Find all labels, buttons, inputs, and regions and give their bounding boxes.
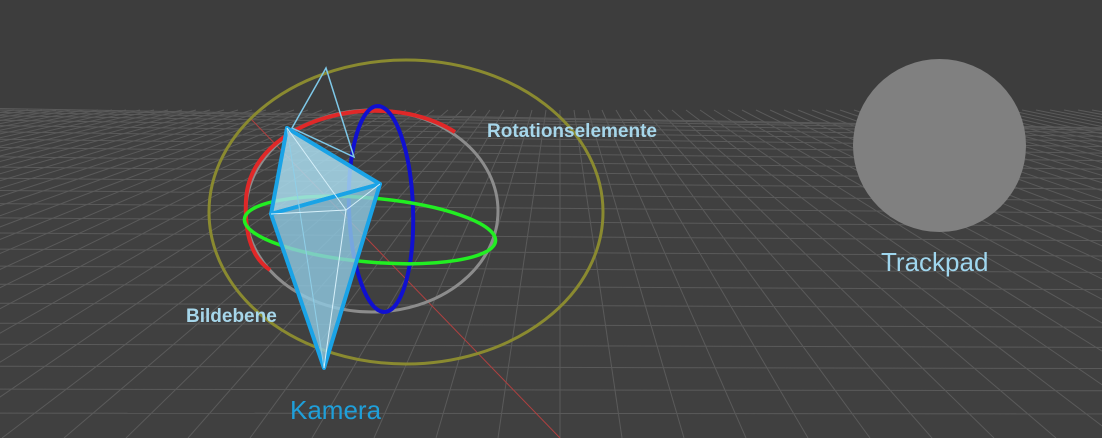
camera-label: Kamera bbox=[290, 395, 382, 425]
image-plane-label: Bildebene bbox=[186, 306, 277, 327]
trackpad[interactable] bbox=[853, 59, 1026, 232]
3d-viewport[interactable]: Rotationselemente Bildebene Kamera Track… bbox=[0, 0, 1102, 438]
rotation-elements-label: Rotationselemente bbox=[487, 121, 657, 142]
trackpad-label: Trackpad bbox=[881, 247, 989, 277]
